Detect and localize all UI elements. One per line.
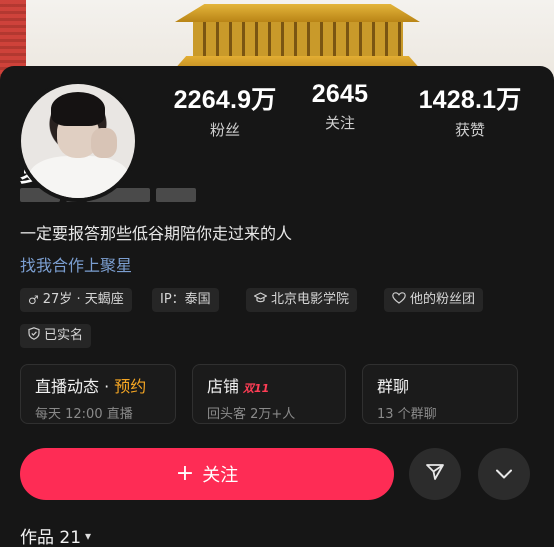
stat-fans-label: 粉丝	[209, 121, 240, 139]
profile-card: 2264.9万 粉丝 2645 关注 1428.1万 获赞 夏宁 一定要报答那些…	[0, 66, 554, 547]
stat-following-value: 2645	[311, 80, 369, 108]
shop-repeat-customers: 回头客 2万+人	[207, 407, 296, 422]
tag-school[interactable]: 北京电影学院	[246, 288, 358, 312]
shop-title: 店铺	[207, 377, 240, 396]
works-tab[interactable]: 作品 21 ▾	[20, 523, 91, 547]
stat-fans-value: 2264.9万	[173, 86, 277, 114]
live-sep: ·	[99, 377, 115, 396]
chevron-down-icon	[495, 465, 513, 484]
graduation-cap-icon	[253, 288, 268, 312]
follow-label: 关注	[202, 465, 239, 486]
works-label: 作品 21	[20, 528, 82, 547]
group-count: 13 个群聊	[377, 407, 437, 422]
tag-fan-club[interactable]: 他的粉丝团	[384, 288, 484, 312]
collab-link[interactable]: 找我合作上聚星	[20, 252, 132, 276]
group-chat-card[interactable]: 群聊 13 个群聊	[362, 364, 518, 424]
send-icon	[425, 462, 445, 486]
stat-following-label: 关注	[324, 114, 355, 132]
stat-likes[interactable]: 1428.1万 获赞	[410, 80, 530, 140]
profile-stats: 2264.9万 粉丝 2645 关注 1428.1万 获赞	[150, 80, 554, 140]
group-title: 群聊	[377, 377, 410, 396]
caret-down-icon: ▾	[85, 528, 92, 543]
live-schedule-text: 每天 12:00 直播	[35, 407, 133, 422]
live-reserve-label: 预约	[114, 377, 147, 396]
plus-icon: +	[175, 461, 195, 486]
tag-verified: 已实名	[20, 324, 92, 348]
tag-ip: IP：泰国	[152, 288, 219, 312]
tag-school-text: 北京电影学院	[271, 292, 350, 307]
live-schedule-card[interactable]: 直播动态 · 预约 每天 12:00 直播	[20, 364, 176, 424]
live-title: 直播动态	[35, 377, 100, 396]
stat-fans[interactable]: 2264.9万 粉丝	[170, 80, 280, 140]
follow-button[interactable]: + 关注	[20, 448, 394, 500]
tag-verified-text: 已实名	[44, 328, 84, 343]
tag-age: ♂ 27岁 · 天蝎座	[20, 288, 132, 312]
shield-check-icon	[28, 324, 40, 348]
tag-fan-club-text: 他的粉丝团	[410, 292, 476, 307]
tag-age-text: 27岁 · 天蝎座	[42, 292, 124, 307]
tag-ip-text: IP：泰国	[160, 292, 211, 307]
male-icon: ♂	[28, 293, 39, 307]
shop-card[interactable]: 店铺 双11 回头客 2万+人	[192, 364, 346, 424]
stat-likes-label: 获赞	[454, 121, 485, 139]
more-button[interactable]	[478, 448, 530, 500]
profile-bio: 一定要报答那些低谷期陪你走过来的人	[20, 224, 293, 243]
stat-likes-value: 1428.1万	[418, 86, 522, 114]
avatar[interactable]	[17, 80, 139, 202]
double-11-badge: 双11	[243, 382, 270, 395]
stat-following[interactable]: 2645 关注	[300, 80, 380, 133]
share-button[interactable]	[409, 448, 461, 500]
heart-icon	[392, 288, 406, 312]
